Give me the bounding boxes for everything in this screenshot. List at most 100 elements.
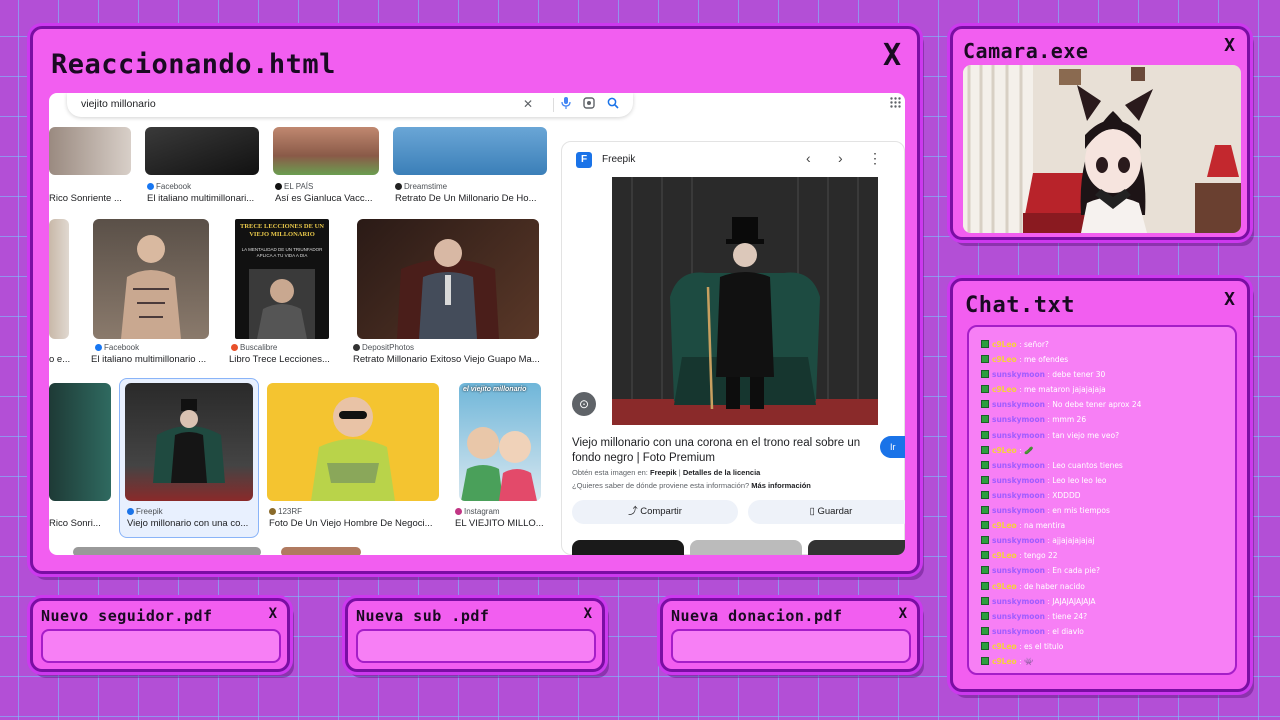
result-caption[interactable]: Viejo millonario con una co... [127,518,253,529]
result-caption[interactable]: Retrato De Un Millonario De Ho... [395,193,551,204]
window-title: Reaccionando.html [51,49,336,80]
result-image[interactable] [357,219,539,339]
result-caption[interactable]: Así es Gianluca Vacc... [275,193,379,204]
chat-username[interactable]: c9Leo [992,582,1017,591]
chat-username[interactable]: sunskymoon [992,491,1045,500]
chat-username[interactable]: sunskymoon [992,461,1045,470]
search-bar[interactable]: viejito millonario ✕ [67,93,633,117]
prev-icon[interactable]: ‹ [806,150,811,166]
book-cover-image[interactable]: TRECE LECCIONES DE UN VIEJO MILLONARIO L… [235,219,329,339]
visit-button[interactable]: Ir [880,436,905,458]
chat-username[interactable]: c9Leo [992,657,1017,666]
platform-badge-icon [981,641,989,650]
chat-message: sunskymoon : debe tener 30 [981,367,1235,382]
chat-username[interactable]: c9Leo [992,642,1017,651]
search-icon[interactable] [607,97,619,112]
chat-message: sunskymoon : Leo leo leo leo [981,473,1235,488]
next-icon[interactable]: › [838,150,843,166]
chat-username[interactable]: sunskymoon [992,627,1045,636]
close-icon[interactable]: X [1224,37,1235,55]
book-subtitle: LA MENTALIDAD DE UN TRIUNFADOR APLICA A … [241,247,323,258]
preview-image[interactable] [612,177,878,425]
platform-badge-icon [981,340,989,348]
result-caption[interactable]: Rico Sonriente ... [49,193,133,204]
clear-icon[interactable]: ✕ [523,97,533,111]
result-caption[interactable]: Libro Trece Lecciones... [229,354,333,365]
result-image[interactable] [49,383,111,501]
related-image[interactable] [690,540,802,555]
chat-username[interactable]: c9Leo [992,446,1017,455]
result-image[interactable]: el viejito millonario [459,383,541,501]
lens-search-icon[interactable]: ⊙ [572,392,596,416]
result-image[interactable] [393,127,547,175]
chat-text: En cada pie? [1052,566,1101,576]
platform-badge-icon [981,475,989,484]
chat-text: XDDDD [1052,490,1081,500]
close-icon[interactable]: X [584,607,592,621]
close-icon[interactable]: X [269,607,277,621]
chat-username[interactable]: sunskymoon [992,415,1045,424]
platform-badge-icon [981,596,989,605]
chat-username[interactable]: sunskymoon [992,370,1045,379]
result-image[interactable] [93,219,209,339]
source-link[interactable]: Freepik [650,468,677,477]
chat-username[interactable]: c9Leo [992,521,1017,530]
platform-badge-icon [981,626,989,635]
chat-username[interactable]: sunskymoon [992,597,1045,606]
save-button[interactable]: ▯ Guardar [748,500,905,524]
chat-message: sunskymoon : tan viejo me veo? [981,428,1235,443]
chat-username[interactable]: sunskymoon [992,476,1045,485]
search-input[interactable]: viejito millonario [81,98,156,110]
chat-username[interactable]: c9Leo [992,340,1017,349]
result-image[interactable] [267,383,439,501]
close-icon[interactable]: X [899,607,907,621]
chat-username[interactable]: c9Leo [992,385,1017,394]
result-caption[interactable]: Foto De Un Viejo Hombre De Negoci... [269,518,439,529]
result-image[interactable] [125,383,253,501]
result-image[interactable] [49,219,69,339]
platform-badge-icon [981,385,989,394]
result-caption[interactable]: El italiano multimillonario ... [91,354,213,365]
close-icon[interactable]: X [1224,291,1235,309]
result-caption[interactable]: o e... [49,354,75,365]
result-image[interactable] [145,127,259,175]
result-caption[interactable]: EL VIEJITO MILLO... [455,518,545,529]
chat-username[interactable]: sunskymoon [992,612,1045,621]
chat-username[interactable]: sunskymoon [992,400,1045,409]
result-source: Dreamstime [395,182,447,191]
share-button[interactable]: ⤴ Compartir [572,500,738,524]
result-image[interactable] [281,547,361,555]
chat-username[interactable]: c9Leo [992,551,1017,560]
lens-icon[interactable] [583,97,595,112]
related-image[interactable] [572,540,684,555]
chat-message: c9Leo : me ofendes [981,352,1235,367]
more-icon[interactable]: ⋮ [868,150,882,167]
preview-source-name[interactable]: Freepik [602,154,635,165]
chat-username[interactable]: sunskymoon [992,431,1045,440]
result-image[interactable] [273,127,379,175]
chat-username[interactable]: sunskymoon [992,536,1045,545]
result-image[interactable] [73,547,261,555]
result-caption[interactable]: Retrato Millonario Exitoso Viejo Guapo M… [353,354,545,365]
preview-source-line: Obtén esta imagen en: Freepik | Detalles… [572,468,761,477]
chat-username[interactable]: sunskymoon [992,566,1045,575]
platform-badge-icon [981,445,989,454]
camera-window: Camara.exe X [950,26,1250,240]
chat-text: No debe tener aprox 24 [1052,400,1142,410]
result-caption[interactable]: Rico Sonri... [49,518,111,529]
close-icon[interactable]: X [883,41,901,71]
browser-viewport: viejito millonario ✕ Facebook EL PAÍS Dr… [49,93,905,555]
preview-title[interactable]: Viejo millonario con una corona en el tr… [572,436,872,466]
chat-username[interactable]: c9Leo [992,355,1017,364]
more-info-link[interactable]: Más información [751,481,811,490]
mic-icon[interactable] [561,97,571,112]
result-caption[interactable]: El italiano multimillonari... [147,193,261,204]
share-icon: ⤴ [628,506,641,517]
chat-username[interactable]: sunskymoon [992,506,1045,515]
chat-message: c9Leo : na mentira [981,518,1235,533]
license-link[interactable]: Detalles de la licencia [683,468,761,477]
related-image[interactable] [808,540,905,555]
platform-badge-icon [981,551,989,560]
apps-icon[interactable] [890,97,901,111]
result-image[interactable] [49,127,131,175]
